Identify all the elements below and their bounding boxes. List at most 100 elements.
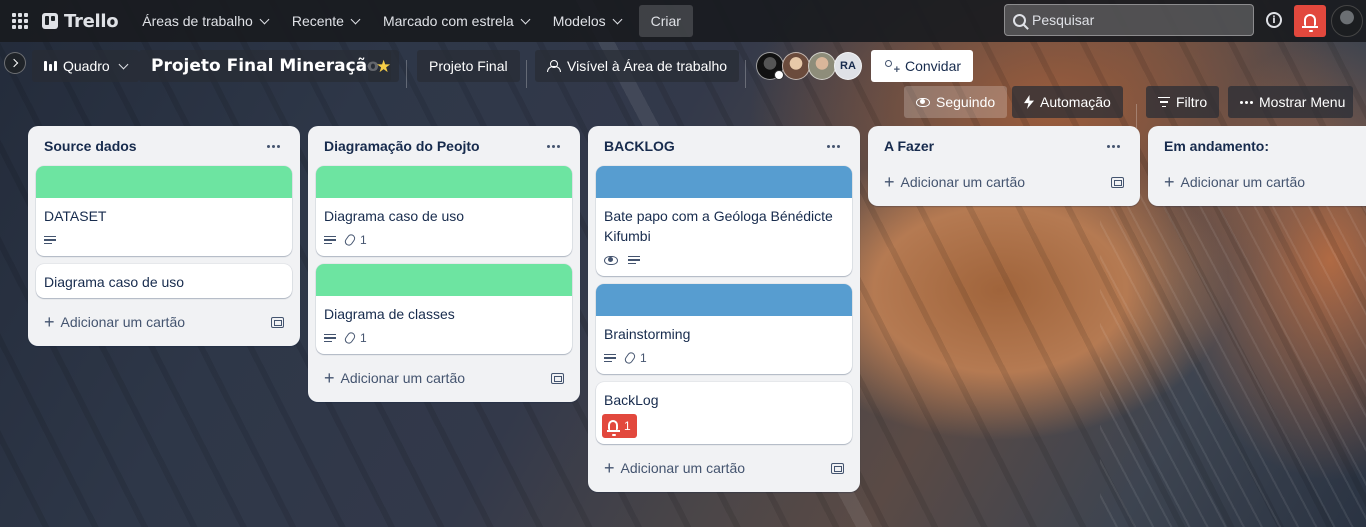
plus-icon: + [1164, 172, 1175, 192]
visibility-button[interactable]: Visível à Área de trabalho [535, 50, 740, 82]
board-view-switcher[interactable]: Quadro [32, 50, 139, 82]
card[interactable]: DATASET [36, 166, 292, 256]
visibility-label: Visível à Área de trabalho [567, 58, 728, 74]
add-card-button[interactable]: + Adicionar um cartão [596, 452, 852, 484]
card-cover [596, 284, 852, 316]
attachment-count: 1 [360, 331, 367, 345]
nav-recent-dropdown[interactable]: Recente [282, 5, 369, 37]
card-badges [604, 250, 844, 270]
more-icon[interactable] [543, 141, 564, 152]
card[interactable]: BackLog 1 [596, 382, 852, 444]
card-title: BackLog [604, 392, 659, 408]
description-icon [324, 333, 336, 343]
nav-label: Recente [291, 13, 344, 29]
plus-icon: + [324, 368, 335, 388]
template-icon[interactable] [1111, 176, 1124, 188]
header-divider [406, 60, 407, 88]
card-cover [316, 166, 572, 198]
chevron-down-icon [350, 14, 361, 24]
more-icon [1240, 100, 1253, 104]
search-box[interactable] [1004, 4, 1254, 36]
attachment-badge: 1 [343, 232, 367, 248]
attachment-badge: 1 [623, 350, 647, 366]
list-header[interactable]: Source dados [36, 126, 292, 166]
trello-logo-icon [42, 13, 58, 29]
chevron-right-icon [9, 58, 19, 68]
card-badges: 1 [604, 348, 844, 368]
list-header[interactable]: A Fazer [876, 126, 1132, 166]
eye-icon [604, 255, 618, 265]
card-title: DATASET [44, 208, 107, 224]
more-icon[interactable] [263, 141, 284, 152]
show-menu-button[interactable]: Mostrar Menu [1228, 86, 1354, 118]
nav-workspaces-dropdown[interactable]: Áreas de trabalho [132, 5, 278, 37]
notifications-button[interactable] [1294, 5, 1326, 37]
more-icon[interactable] [1103, 141, 1124, 152]
card-title: Diagrama caso de uso [324, 208, 465, 224]
add-card-label: Adicionar um cartão [340, 370, 466, 386]
create-button[interactable]: Criar [638, 5, 693, 37]
sidebar-expand-button[interactable] [4, 52, 26, 74]
card[interactable]: Brainstorming 1 [596, 284, 852, 374]
board-title-button[interactable]: Projeto Final Mineração [139, 50, 391, 82]
card[interactable]: Diagrama de classes 1 [316, 264, 572, 354]
add-card-label: Adicionar um cartão [620, 460, 746, 476]
invite-button[interactable]: Convidar [871, 50, 974, 82]
top-navigation-bar: Trello Áreas de trabalho Recente Marcado… [0, 0, 1366, 42]
add-card-button[interactable]: + Adicionar um cartão [1156, 166, 1358, 198]
card[interactable]: Diagrama caso de uso 1 [316, 166, 572, 256]
watch-label: Seguindo [936, 94, 996, 110]
more-icon[interactable] [823, 141, 844, 152]
list-title[interactable]: BACKLOG [604, 138, 675, 154]
automation-button[interactable]: Automação [1012, 86, 1123, 118]
list-title[interactable]: A Fazer [884, 138, 934, 154]
attachment-count: 1 [640, 351, 647, 365]
workspace-tag-button[interactable]: Projeto Final [417, 50, 520, 82]
star-board-button[interactable]: ★ [368, 50, 400, 82]
header-divider [526, 60, 527, 88]
template-icon[interactable] [271, 316, 284, 328]
apps-grid-icon[interactable] [0, 1, 40, 41]
list: Source dados DATASET Diagrama caso de us… [28, 126, 300, 346]
nav-label: Modelos [552, 13, 606, 29]
attachment-count: 1 [360, 233, 367, 247]
attachment-icon [343, 330, 357, 346]
workspace-visibility-icon [547, 60, 561, 72]
user-avatar[interactable] [1331, 5, 1363, 37]
add-card-button[interactable]: + Adicionar um cartão [36, 306, 292, 338]
attachment-icon [623, 350, 637, 366]
list-header[interactable]: Em andamento: [1156, 126, 1358, 166]
nav-label: Marcado com estrela [382, 13, 514, 29]
template-icon[interactable] [831, 462, 844, 474]
add-card-button[interactable]: + Adicionar um cartão [316, 362, 572, 394]
info-button[interactable]: i [1262, 8, 1286, 32]
member-avatar[interactable] [756, 52, 784, 80]
card-cover [36, 166, 292, 198]
list: Diagramação do Peojto Diagrama caso de u… [308, 126, 580, 402]
list-header[interactable]: BACKLOG [596, 126, 852, 166]
list-title[interactable]: Em andamento: [1164, 138, 1269, 154]
filter-button[interactable]: Filtro [1146, 86, 1220, 118]
plus-icon: + [604, 458, 615, 478]
member-avatar[interactable] [782, 52, 810, 80]
list-title[interactable]: Diagramação do Peojto [324, 138, 480, 154]
nav-templates-dropdown[interactable]: Modelos [543, 5, 631, 37]
template-icon[interactable] [551, 372, 564, 384]
list-title[interactable]: Source dados [44, 138, 137, 154]
search-icon [1013, 13, 1026, 27]
list-header[interactable]: Diagramação do Peojto [316, 126, 572, 166]
trello-logo[interactable]: Trello [40, 5, 132, 37]
board-header: Quadro Projeto Final Mineração ★ Projeto… [0, 42, 1366, 128]
nav-starred-dropdown[interactable]: Marcado com estrela [373, 5, 539, 37]
member-avatar-initials[interactable]: RA [834, 52, 862, 80]
search-input[interactable] [1032, 12, 1232, 28]
add-card-label: Adicionar um cartão [900, 174, 1026, 190]
chevron-down-icon [259, 14, 270, 24]
member-avatar[interactable] [808, 52, 836, 80]
watch-button[interactable]: Seguindo [904, 86, 1008, 118]
card[interactable]: Diagrama caso de uso [36, 264, 292, 298]
add-card-button[interactable]: + Adicionar um cartão [876, 166, 1132, 198]
logo-text: Trello [64, 10, 119, 32]
description-icon [604, 353, 616, 363]
card[interactable]: Bate papo com a Geóloga Bénédicte Kifumb… [596, 166, 852, 276]
